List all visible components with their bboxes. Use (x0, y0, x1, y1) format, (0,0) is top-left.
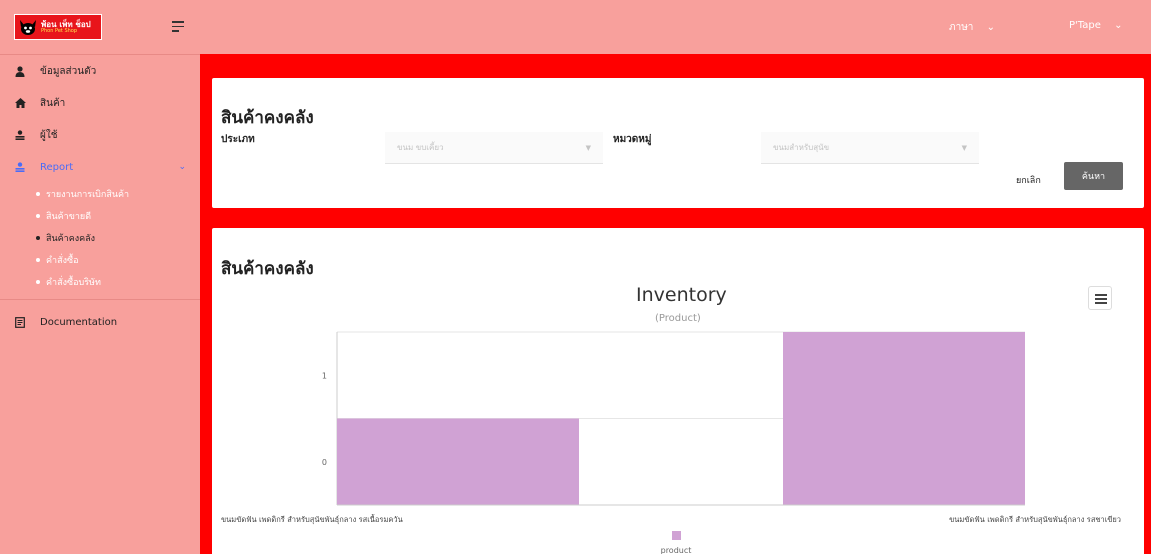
sidebar-subitem-label: รายงานการเบิกสินค้า (46, 190, 130, 200)
sidebar-item-label: Report (40, 161, 74, 173)
cancel-button[interactable]: ยกเลิก (1016, 173, 1041, 187)
bullet-icon (36, 236, 40, 240)
y-tick-label: 1 (322, 371, 327, 380)
sidebar-item-label: ข้อมูลส่วนตัว (40, 65, 97, 77)
caret-down-icon: ▼ (585, 143, 591, 152)
dog-logo-icon (18, 18, 38, 36)
sidebar-item-users[interactable]: ผู้ใช้ (0, 119, 200, 151)
bullet-icon (36, 214, 40, 218)
sidebar-subitem-withdraw-report[interactable]: รายงานการเบิกสินค้า (36, 183, 200, 205)
bar (783, 332, 1025, 505)
sidebar-toggle-icon[interactable] (172, 21, 186, 33)
sidebar-subitem-label: คำสั่งซื้อบริษัท (46, 278, 101, 288)
sidebar-subitem-company-orders[interactable]: คำสั่งซื้อบริษัท (36, 271, 200, 293)
bullet-icon (36, 280, 40, 284)
sidebar-item-products[interactable]: สินค้า (0, 87, 200, 119)
sidebar-subitem-inventory[interactable]: สินค้าคงคลัง (36, 227, 200, 249)
user-name: P'Tape (1069, 20, 1101, 31)
sidebar-item-label: ผู้ใช้ (40, 129, 58, 141)
report-card: สินค้าคงคลัง Inventory (Product) 0 1 ขนมขั… (212, 228, 1144, 554)
sidebar-subitem-label: สินค้าคงคลัง (46, 234, 96, 244)
sidebar-subitem-orders[interactable]: คำสั่งซื้อ (36, 249, 200, 271)
user-icon (14, 129, 26, 141)
y-tick-label: 0 (322, 458, 327, 467)
document-icon (14, 316, 26, 328)
sidebar: พ้อน เพ็ท ช็อป Phon Pet Shop ข้อมูลส่วนต… (0, 0, 200, 554)
top-bar: ภาษา ⌄ P'Tape ⌄ (200, 0, 1151, 54)
bar (337, 418, 579, 505)
x-category-label: ขนมขัดฟัน เพดดิกรี สำหรับสุนัขพันธุ์กลาง… (221, 514, 403, 524)
sidebar-divider (0, 299, 200, 300)
sidebar-item-report[interactable]: Report ⌄ (0, 151, 200, 183)
user-dropdown[interactable]: P'Tape ⌄ (1069, 20, 1122, 31)
sidebar-item-label: สินค้า (40, 97, 66, 109)
home-icon (14, 97, 26, 109)
sidebar-item-profile[interactable]: ข้อมูลส่วนตัว (0, 55, 200, 87)
legend-label: product (661, 546, 692, 554)
language-dropdown[interactable]: ภาษา ⌄ (949, 20, 995, 35)
user-icon (14, 65, 26, 77)
bullet-icon (36, 192, 40, 196)
brand-bar: พ้อน เพ็ท ช็อป Phon Pet Shop (0, 0, 200, 54)
legend-marker (672, 531, 681, 540)
chevron-down-icon: ⌄ (178, 162, 186, 172)
user-icon (14, 161, 26, 173)
type-select-value: ขนม ขบเคี้ยว (397, 143, 444, 152)
sidebar-subitem-label: คำสั่งซื้อ (46, 256, 79, 266)
logo[interactable]: พ้อน เพ็ท ช็อป Phon Pet Shop (14, 14, 102, 40)
x-category-label: ขนมขัดฟัน เพดดิกรี สำหรับสุนัขพันธุ์กลาง… (949, 515, 1121, 524)
sidebar-item-documentation[interactable]: Documentation (0, 306, 200, 338)
inventory-chart: 0 1 ขนมขัดฟัน เพดดิกรี สำหรับสุนัขพันธุ์กล… (221, 331, 1121, 554)
category-label: หมวดหมู่ (613, 134, 652, 145)
sidebar-subitem-label: สินค้าขายดี (46, 212, 92, 222)
type-select[interactable]: ขนม ขบเคี้ยว ▼ (385, 132, 603, 164)
bullet-icon (36, 258, 40, 262)
sidebar-menu: ข้อมูลส่วนตัว สินค้า ผู้ใช้ Report ⌄ ราย… (0, 54, 200, 338)
search-button[interactable]: ค้นหา (1064, 162, 1123, 190)
type-label: ประเภท (221, 134, 255, 145)
report-submenu: รายงานการเบิกสินค้า สินค้าขายดี สินค้าคง… (0, 183, 200, 293)
sidebar-subitem-best-sellers[interactable]: สินค้าขายดี (36, 205, 200, 227)
chevron-down-icon: ⌄ (986, 22, 995, 33)
chevron-down-icon: ⌄ (1114, 20, 1123, 31)
filter-card: สินค้าคงคลัง ประเภท ขนม ขบเคี้ยว ▼ หมวดห… (212, 78, 1144, 208)
logo-sub-text: Phon Pet Shop (41, 27, 78, 34)
caret-down-icon: ▼ (961, 143, 967, 152)
category-select[interactable]: ขนมสำหรับสุนัข ▼ (761, 132, 979, 164)
filter-title: สินค้าคงคลัง (221, 108, 314, 128)
sidebar-item-label: Documentation (40, 316, 118, 328)
language-label: ภาษา (949, 22, 974, 33)
category-select-value: ขนมสำหรับสุนัข (773, 143, 830, 152)
